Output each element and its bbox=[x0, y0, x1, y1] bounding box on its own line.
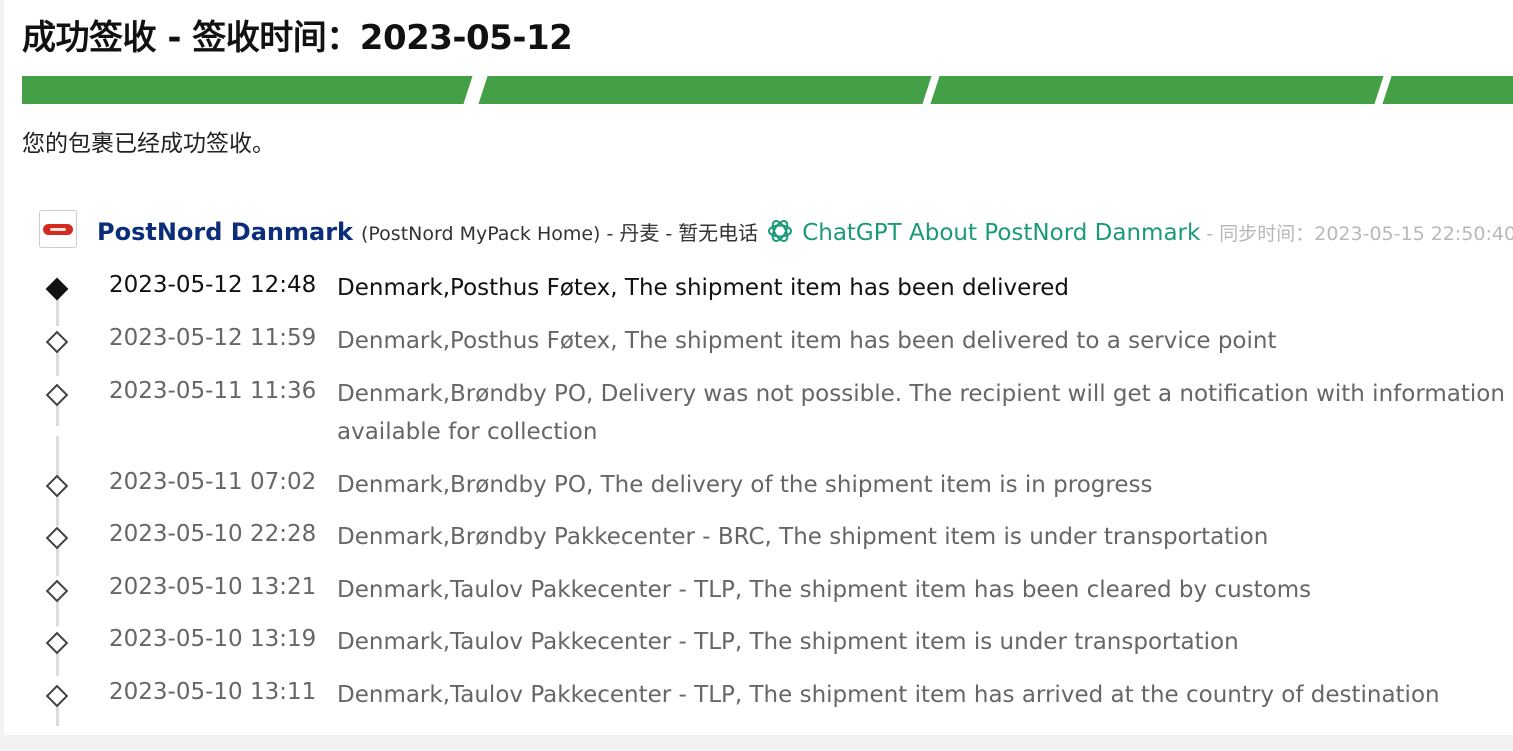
event-description-continued: available for collection bbox=[337, 419, 598, 445]
event-marker-icon bbox=[45, 631, 69, 655]
event-marker-icon bbox=[45, 474, 69, 498]
event-marker-icon bbox=[45, 383, 69, 407]
postnord-logo-icon[interactable] bbox=[39, 210, 77, 248]
event-marker-icon bbox=[45, 330, 69, 354]
progress-segment-1 bbox=[22, 76, 473, 104]
event-description: Denmark,Brøndby PO, The delivery of the … bbox=[337, 472, 1153, 498]
sync-time: 同步时间：2023-05-15 22:50:40 ( bbox=[1219, 223, 1513, 245]
event-time: 2023-05-10 13:21 bbox=[109, 574, 317, 600]
event-marker-icon bbox=[45, 684, 69, 708]
progress-segment-3 bbox=[930, 76, 1384, 104]
event-description: Denmark,Posthus Føtex, The shipment item… bbox=[337, 328, 1277, 354]
event-time: 2023-05-10 13:19 bbox=[109, 626, 317, 652]
carrier-name-link[interactable]: PostNord Danmark bbox=[97, 218, 353, 246]
carrier-country: 丹麦 bbox=[619, 221, 660, 245]
event-description: Denmark,Brøndby Pakkecenter - BRC, The s… bbox=[337, 524, 1269, 550]
event-description: Denmark,Brøndby PO, Delivery was not pos… bbox=[337, 381, 1513, 407]
progress-segment-4 bbox=[1382, 76, 1513, 104]
event-marker-icon bbox=[45, 579, 69, 603]
delivery-progress-bar bbox=[22, 76, 1513, 104]
event-time: 2023-05-10 13:11 bbox=[109, 679, 317, 705]
openai-logo-icon[interactable] bbox=[766, 217, 794, 245]
carrier-info-row: PostNord Danmark (PostNord MyPack Home) … bbox=[39, 208, 1513, 248]
carrier-service: (PostNord MyPack Home) bbox=[360, 223, 601, 245]
page-title: 成功签收 - 签收时间：2023-05-12 bbox=[22, 18, 573, 58]
event-description: Denmark,Taulov Pakkecenter - TLP, The sh… bbox=[337, 682, 1440, 708]
event-description: Denmark,Taulov Pakkecenter - TLP, The sh… bbox=[337, 577, 1312, 603]
event-time: 2023-05-10 22:28 bbox=[109, 521, 317, 547]
carrier-phone: 暂无电话 bbox=[678, 221, 759, 245]
chatgpt-about-link[interactable]: ChatGPT About PostNord Danmark bbox=[802, 220, 1200, 246]
event-marker-icon bbox=[45, 526, 69, 550]
event-time: 2023-05-11 07:02 bbox=[109, 469, 317, 495]
tracking-panel: 成功签收 - 签收时间：2023-05-12 您的包裹已经成功签收。 PostN… bbox=[4, 0, 1513, 735]
event-time: 2023-05-12 12:48 bbox=[109, 272, 317, 298]
event-time: 2023-05-12 11:59 bbox=[109, 325, 317, 351]
status-message: 您的包裹已经成功签收。 bbox=[22, 131, 275, 157]
event-description: Denmark,Posthus Føtex, The shipment item… bbox=[337, 275, 1070, 301]
progress-segment-2 bbox=[478, 76, 932, 104]
event-description: Denmark,Taulov Pakkecenter - TLP, The sh… bbox=[337, 629, 1239, 655]
event-time: 2023-05-11 11:36 bbox=[109, 378, 317, 404]
current-event-marker-icon bbox=[45, 277, 69, 301]
